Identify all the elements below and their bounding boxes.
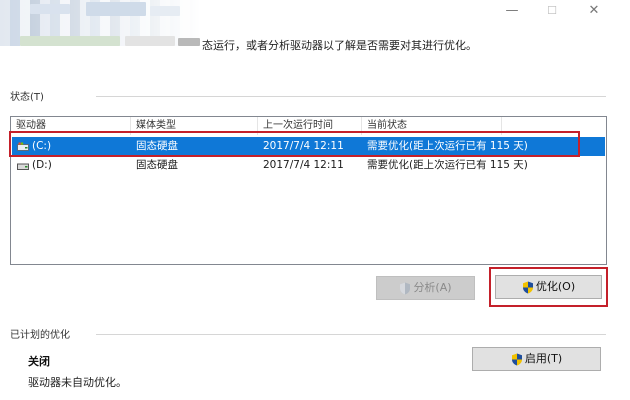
highlight-box-optimize — [489, 267, 608, 307]
enable-button-label: 启用(T) — [524, 352, 563, 365]
intro-text: 态运行，或者分析驱动器以了解是否需要对其进行优化。 — [202, 39, 477, 52]
scheduled-section-label: 已计划的优化 — [10, 330, 70, 341]
table-row[interactable]: (D:) 固态硬盘 2017/7/4 12:11 需要优化(距上次运行已有 11… — [12, 156, 605, 175]
maximize-button[interactable]: ☐ — [540, 2, 564, 20]
last-run-time: 2017/7/4 12:11 — [263, 159, 344, 171]
drive-icon — [17, 163, 29, 170]
blurred-block — [150, 6, 180, 16]
uac-shield-icon — [511, 353, 522, 365]
title-bar: — ☐ ✕ — [0, 0, 630, 46]
status-section-label: 状态(T) — [10, 92, 44, 103]
drive-name: (D:) — [32, 159, 52, 171]
minimize-button[interactable]: — — [500, 2, 524, 20]
highlight-box-row — [9, 131, 580, 157]
blurred-block — [125, 36, 175, 46]
close-button[interactable]: ✕ — [582, 2, 606, 20]
analyze-button[interactable]: 分析(A) — [376, 276, 475, 300]
analyze-button-label: 分析(A) — [413, 281, 452, 294]
section-divider — [96, 334, 606, 335]
blurred-block — [86, 2, 146, 16]
blurred-block — [20, 36, 120, 46]
uac-shield-icon — [400, 282, 411, 294]
schedule-state: 关闭 — [28, 355, 50, 368]
current-status: 需要优化(距上次运行已有 115 天) — [367, 159, 528, 171]
schedule-description: 驱动器未自动优化。 — [28, 376, 127, 389]
blurred-block — [178, 38, 200, 46]
enable-button[interactable]: 启用(T) — [472, 347, 601, 371]
media-type: 固态硬盘 — [136, 159, 178, 171]
blurred-block — [30, 4, 70, 14]
section-divider — [96, 96, 606, 97]
